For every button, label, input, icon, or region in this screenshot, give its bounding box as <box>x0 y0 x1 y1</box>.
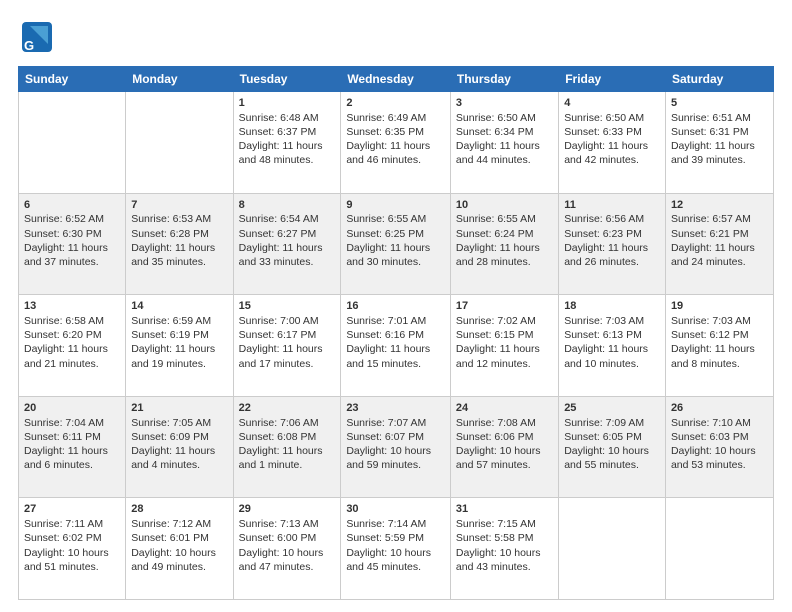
week-row-4: 20Sunrise: 7:04 AMSunset: 6:11 PMDayligh… <box>19 396 774 498</box>
day-number: 4 <box>564 96 660 111</box>
day-number: 15 <box>239 299 336 314</box>
day-number: 21 <box>131 401 227 416</box>
day-number: 23 <box>346 401 445 416</box>
calendar-cell: 19Sunrise: 7:03 AMSunset: 6:12 PMDayligh… <box>665 295 773 397</box>
calendar-cell: 4Sunrise: 6:50 AMSunset: 6:33 PMDaylight… <box>559 92 666 194</box>
svg-text:G: G <box>24 38 34 53</box>
day-number: 27 <box>24 502 120 517</box>
day-number: 1 <box>239 96 336 111</box>
calendar-cell: 10Sunrise: 6:55 AMSunset: 6:24 PMDayligh… <box>450 193 558 295</box>
calendar-cell: 22Sunrise: 7:06 AMSunset: 6:08 PMDayligh… <box>233 396 341 498</box>
day-number: 25 <box>564 401 660 416</box>
day-number: 2 <box>346 96 445 111</box>
calendar-cell: 6Sunrise: 6:52 AMSunset: 6:30 PMDaylight… <box>19 193 126 295</box>
day-number: 31 <box>456 502 553 517</box>
col-header-thursday: Thursday <box>450 67 558 92</box>
calendar-cell: 23Sunrise: 7:07 AMSunset: 6:07 PMDayligh… <box>341 396 451 498</box>
col-header-sunday: Sunday <box>19 67 126 92</box>
col-header-monday: Monday <box>126 67 233 92</box>
day-number: 7 <box>131 198 227 213</box>
calendar-cell: 12Sunrise: 6:57 AMSunset: 6:21 PMDayligh… <box>665 193 773 295</box>
calendar-cell: 26Sunrise: 7:10 AMSunset: 6:03 PMDayligh… <box>665 396 773 498</box>
calendar-cell: 29Sunrise: 7:13 AMSunset: 6:00 PMDayligh… <box>233 498 341 600</box>
calendar-cell <box>19 92 126 194</box>
week-row-5: 27Sunrise: 7:11 AMSunset: 6:02 PMDayligh… <box>19 498 774 600</box>
calendar-cell: 21Sunrise: 7:05 AMSunset: 6:09 PMDayligh… <box>126 396 233 498</box>
calendar-cell <box>126 92 233 194</box>
col-header-friday: Friday <box>559 67 666 92</box>
col-header-tuesday: Tuesday <box>233 67 341 92</box>
calendar-cell: 7Sunrise: 6:53 AMSunset: 6:28 PMDaylight… <box>126 193 233 295</box>
header: G <box>18 18 774 56</box>
day-number: 8 <box>239 198 336 213</box>
day-number: 14 <box>131 299 227 314</box>
day-number: 11 <box>564 198 660 213</box>
calendar-table: SundayMondayTuesdayWednesdayThursdayFrid… <box>18 66 774 600</box>
calendar-cell: 17Sunrise: 7:02 AMSunset: 6:15 PMDayligh… <box>450 295 558 397</box>
calendar-cell: 25Sunrise: 7:09 AMSunset: 6:05 PMDayligh… <box>559 396 666 498</box>
day-number: 9 <box>346 198 445 213</box>
day-number: 24 <box>456 401 553 416</box>
logo-icon: G <box>18 18 56 56</box>
day-number: 22 <box>239 401 336 416</box>
week-row-3: 13Sunrise: 6:58 AMSunset: 6:20 PMDayligh… <box>19 295 774 397</box>
calendar-cell: 3Sunrise: 6:50 AMSunset: 6:34 PMDaylight… <box>450 92 558 194</box>
day-number: 18 <box>564 299 660 314</box>
day-number: 30 <box>346 502 445 517</box>
calendar-cell: 11Sunrise: 6:56 AMSunset: 6:23 PMDayligh… <box>559 193 666 295</box>
calendar-cell: 9Sunrise: 6:55 AMSunset: 6:25 PMDaylight… <box>341 193 451 295</box>
day-number: 5 <box>671 96 768 111</box>
col-header-saturday: Saturday <box>665 67 773 92</box>
page: G SundayMondayTuesdayWednesdayThursdayFr… <box>0 0 792 612</box>
day-number: 28 <box>131 502 227 517</box>
calendar-cell <box>665 498 773 600</box>
calendar-cell: 31Sunrise: 7:15 AMSunset: 5:58 PMDayligh… <box>450 498 558 600</box>
calendar-cell: 24Sunrise: 7:08 AMSunset: 6:06 PMDayligh… <box>450 396 558 498</box>
calendar-cell: 1Sunrise: 6:48 AMSunset: 6:37 PMDaylight… <box>233 92 341 194</box>
calendar-cell: 28Sunrise: 7:12 AMSunset: 6:01 PMDayligh… <box>126 498 233 600</box>
day-number: 29 <box>239 502 336 517</box>
day-number: 17 <box>456 299 553 314</box>
day-number: 13 <box>24 299 120 314</box>
header-row: SundayMondayTuesdayWednesdayThursdayFrid… <box>19 67 774 92</box>
day-number: 19 <box>671 299 768 314</box>
col-header-wednesday: Wednesday <box>341 67 451 92</box>
calendar-cell: 30Sunrise: 7:14 AMSunset: 5:59 PMDayligh… <box>341 498 451 600</box>
calendar-cell: 8Sunrise: 6:54 AMSunset: 6:27 PMDaylight… <box>233 193 341 295</box>
calendar-cell: 20Sunrise: 7:04 AMSunset: 6:11 PMDayligh… <box>19 396 126 498</box>
calendar-cell: 18Sunrise: 7:03 AMSunset: 6:13 PMDayligh… <box>559 295 666 397</box>
week-row-2: 6Sunrise: 6:52 AMSunset: 6:30 PMDaylight… <box>19 193 774 295</box>
calendar-cell: 15Sunrise: 7:00 AMSunset: 6:17 PMDayligh… <box>233 295 341 397</box>
day-number: 16 <box>346 299 445 314</box>
calendar-cell: 5Sunrise: 6:51 AMSunset: 6:31 PMDaylight… <box>665 92 773 194</box>
logo: G <box>18 18 58 56</box>
day-number: 6 <box>24 198 120 213</box>
day-number: 26 <box>671 401 768 416</box>
calendar-cell: 14Sunrise: 6:59 AMSunset: 6:19 PMDayligh… <box>126 295 233 397</box>
day-number: 10 <box>456 198 553 213</box>
day-number: 12 <box>671 198 768 213</box>
calendar-cell <box>559 498 666 600</box>
day-number: 20 <box>24 401 120 416</box>
calendar-cell: 16Sunrise: 7:01 AMSunset: 6:16 PMDayligh… <box>341 295 451 397</box>
calendar-cell: 27Sunrise: 7:11 AMSunset: 6:02 PMDayligh… <box>19 498 126 600</box>
week-row-1: 1Sunrise: 6:48 AMSunset: 6:37 PMDaylight… <box>19 92 774 194</box>
calendar-cell: 2Sunrise: 6:49 AMSunset: 6:35 PMDaylight… <box>341 92 451 194</box>
calendar-cell: 13Sunrise: 6:58 AMSunset: 6:20 PMDayligh… <box>19 295 126 397</box>
day-number: 3 <box>456 96 553 111</box>
